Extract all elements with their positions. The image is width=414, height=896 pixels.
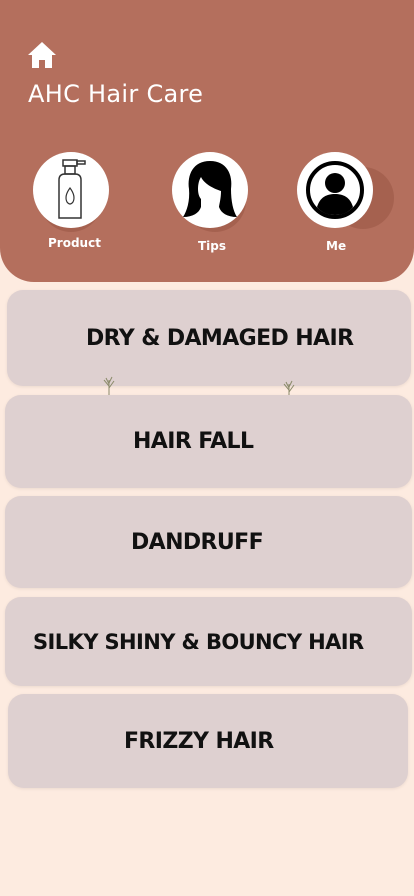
category-silky-shiny-bouncy-hair[interactable]: SILKY SHINY & BOUNCY HAIR: [5, 597, 412, 686]
category-frizzy-hair[interactable]: FRIZZY HAIR: [8, 694, 408, 788]
category-label: DRY & DAMAGED HAIR: [86, 325, 354, 351]
product-bottle-icon: [33, 152, 109, 228]
category-hair-fall[interactable]: HAIR FALL: [5, 395, 412, 488]
category-dandruff[interactable]: DANDRUFF: [5, 496, 412, 588]
woman-hair-icon: [172, 152, 248, 228]
nav-me-label: Me: [326, 239, 347, 253]
category-label: SILKY SHINY & BOUNCY HAIR: [33, 629, 364, 654]
user-profile-icon: [297, 152, 373, 228]
nav-product-label: Product: [48, 236, 101, 250]
category-label: HAIR FALL: [133, 429, 254, 454]
app-title: AHC Hair Care: [28, 80, 204, 108]
category-label: DANDRUFF: [131, 529, 264, 555]
nav-tips-label: Tips: [198, 239, 227, 253]
app-header: AHC Hair Care Product Tips Me: [0, 0, 414, 282]
home-icon[interactable]: [26, 40, 58, 70]
category-label: FRIZZY HAIR: [124, 728, 274, 754]
category-dry-damaged-hair[interactable]: DRY & DAMAGED HAIR: [7, 290, 411, 386]
